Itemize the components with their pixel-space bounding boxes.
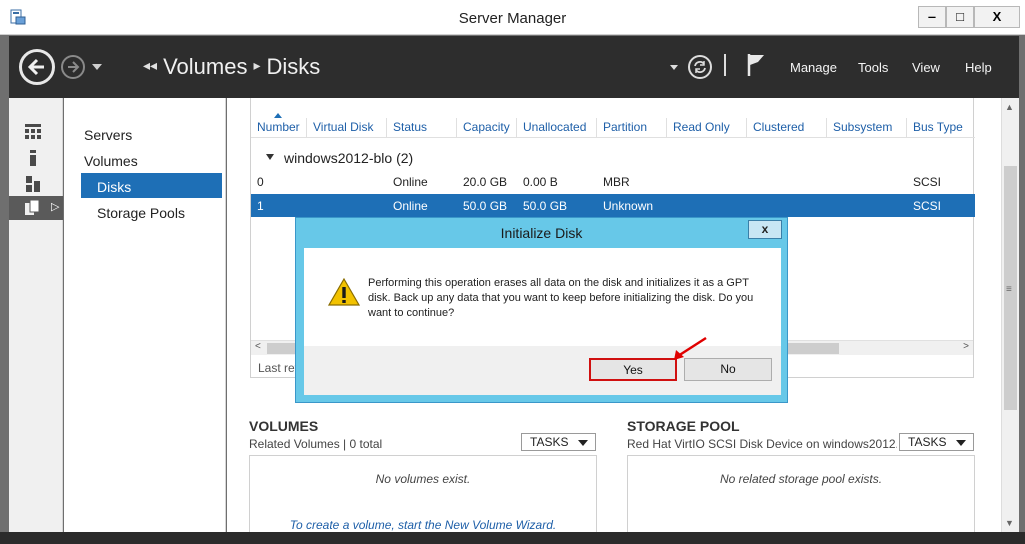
column-header-partition[interactable]: Partition xyxy=(603,120,647,134)
dialog-body: Performing this operation erases all dat… xyxy=(304,248,781,395)
refresh-dropdown-icon[interactable] xyxy=(670,65,678,70)
file-storage-icon xyxy=(25,200,40,215)
column-header-unallocated[interactable]: Unallocated xyxy=(523,120,586,134)
notifications-flag-icon[interactable] xyxy=(746,52,766,78)
taskbar-edge xyxy=(0,532,1025,544)
column-header-subsystem[interactable]: Subsystem xyxy=(833,120,892,134)
cell-status: Online xyxy=(393,175,428,189)
column-header-virtual-disk[interactable]: Virtual Disk xyxy=(313,120,373,134)
menu-help[interactable]: Help xyxy=(965,60,992,75)
dialog-close-button[interactable]: x xyxy=(748,220,782,239)
new-volume-wizard-link[interactable]: To create a volume, start the New Volume… xyxy=(250,518,596,532)
scroll-down-icon[interactable]: ▼ xyxy=(1005,518,1014,528)
icon-rail: ▷ xyxy=(9,98,63,532)
forward-button[interactable] xyxy=(61,55,85,79)
volumes-tasks-dropdown[interactable]: TASKS xyxy=(521,433,596,451)
dashboard-icon[interactable] xyxy=(25,124,41,140)
tasks-label: TASKS xyxy=(530,435,569,449)
group-header[interactable]: windows2012-blo (2) xyxy=(284,150,413,166)
column-header-clustered[interactable]: Clustered xyxy=(753,120,804,134)
volumes-list: No volumes exist. To create a volume, st… xyxy=(249,455,597,535)
header-divider xyxy=(724,54,726,76)
local-server-icon[interactable] xyxy=(25,150,41,166)
menu-manage[interactable]: Manage xyxy=(790,60,837,75)
refresh-icon xyxy=(694,61,706,73)
file-storage-services-item[interactable]: ▷ xyxy=(9,196,63,220)
nav-item-disks[interactable]: Disks xyxy=(97,179,131,195)
table-row-selected[interactable]: 1 Online 50.0 GB 50.0 GB Unknown SCSI xyxy=(251,194,975,217)
scroll-grip-icon: ≡ xyxy=(1006,284,1012,295)
storage-pool-empty-message: No related storage pool exists. xyxy=(719,472,883,486)
cell-status: Online xyxy=(393,199,428,213)
close-window-button[interactable]: X xyxy=(974,6,1020,28)
breadcrumb: ◂◂ Volumes ▸ Disks xyxy=(137,54,320,80)
column-header-number[interactable]: Number xyxy=(257,120,300,134)
cell-capacity: 50.0 GB xyxy=(463,199,508,213)
chevron-down-icon xyxy=(578,440,588,446)
cell-bus-type: SCSI xyxy=(913,199,942,213)
cell-number: 1 xyxy=(257,199,264,213)
menu-view[interactable]: View xyxy=(912,60,940,75)
storage-pool-subtitle: Red Hat VirtIO SCSI Disk Device on windo… xyxy=(627,437,897,451)
back-button[interactable] xyxy=(19,49,55,85)
cell-unallocated: 0.00 B xyxy=(523,175,558,189)
nav-item-storage-pools[interactable]: Storage Pools xyxy=(97,205,185,221)
history-dropdown-icon[interactable] xyxy=(92,64,102,70)
expand-chevron-icon: ▷ xyxy=(51,201,60,213)
volumes-empty-message: No volumes exist. xyxy=(375,472,471,486)
refresh-button[interactable] xyxy=(688,55,712,79)
dialog-message: Performing this operation erases all dat… xyxy=(368,277,754,319)
arrow-left-icon xyxy=(27,58,44,76)
breadcrumb-separator-icon: ▸ xyxy=(253,57,261,73)
warning-icon xyxy=(328,278,360,306)
volumes-subtitle: Related Volumes | 0 total xyxy=(249,437,383,451)
cell-unallocated: 50.0 GB xyxy=(523,199,568,213)
menu-tools[interactable]: Tools xyxy=(858,60,888,75)
column-header-bus-type[interactable]: Bus Type xyxy=(913,120,963,134)
header-bar: ◂◂ Volumes ▸ Disks Manage Tools View Help xyxy=(9,36,1019,98)
title-bar: Server Manager ‒ □ X xyxy=(0,0,1025,35)
breadcrumb-volumes[interactable]: Volumes xyxy=(163,54,247,79)
arrow-right-icon xyxy=(68,61,80,73)
scroll-right-icon[interactable]: > xyxy=(963,341,969,352)
column-header-capacity[interactable]: Capacity xyxy=(463,120,510,134)
cell-bus-type: SCSI xyxy=(913,175,942,189)
cell-number: 0 xyxy=(257,175,264,189)
breadcrumb-chevron-icon: ◂◂ xyxy=(143,57,158,73)
chevron-down-icon xyxy=(956,440,966,446)
column-header-read-only[interactable]: Read Only xyxy=(673,120,730,134)
storage-pool-tasks-dropdown[interactable]: TASKS xyxy=(899,433,974,451)
breadcrumb-disks[interactable]: Disks xyxy=(266,54,320,79)
nav-item-servers[interactable]: Servers xyxy=(84,127,132,143)
window-title: Server Manager xyxy=(458,10,567,27)
annotation-arrow-icon xyxy=(674,336,707,360)
cell-partition: MBR xyxy=(603,175,630,189)
minimize-button[interactable]: ‒ xyxy=(918,6,946,28)
scroll-up-icon[interactable]: ▲ xyxy=(1005,102,1014,112)
collapse-group-icon[interactable] xyxy=(266,154,274,160)
yes-button[interactable]: Yes xyxy=(589,358,677,381)
initialize-disk-dialog: Initialize Disk x Performing this operat… xyxy=(295,217,788,403)
table-row[interactable]: 0 Online 20.0 GB 0.00 B MBR SCSI xyxy=(251,170,975,193)
maximize-button[interactable]: □ xyxy=(946,6,974,28)
scroll-left-icon[interactable]: < xyxy=(255,341,261,352)
all-servers-icon[interactable] xyxy=(25,176,41,192)
navigation-pane: Servers Volumes Disks Storage Pools xyxy=(64,98,226,532)
vertical-scrollbar[interactable]: ▲ ≡ ▼ xyxy=(1001,98,1019,532)
storage-pool-list: No related storage pool exists. xyxy=(627,455,975,535)
last-refreshed-text: Last ref xyxy=(258,361,299,375)
table-header: Number Virtual Disk Status Capacity Unal… xyxy=(251,118,975,138)
tasks-label: TASKS xyxy=(908,435,947,449)
storage-pool-title: STORAGE POOL xyxy=(627,418,740,434)
dialog-footer: Yes No xyxy=(304,346,781,395)
column-header-status[interactable]: Status xyxy=(393,120,427,134)
nav-item-volumes[interactable]: Volumes xyxy=(84,153,138,169)
dialog-title: Initialize Disk xyxy=(500,225,583,241)
server-manager-window: Server Manager ‒ □ X ◂◂ Volumes ▸ Disks xyxy=(0,0,1025,544)
volumes-title: VOLUMES xyxy=(249,418,319,434)
cell-partition: Unknown xyxy=(603,199,654,213)
cell-capacity: 20.0 GB xyxy=(463,175,508,189)
